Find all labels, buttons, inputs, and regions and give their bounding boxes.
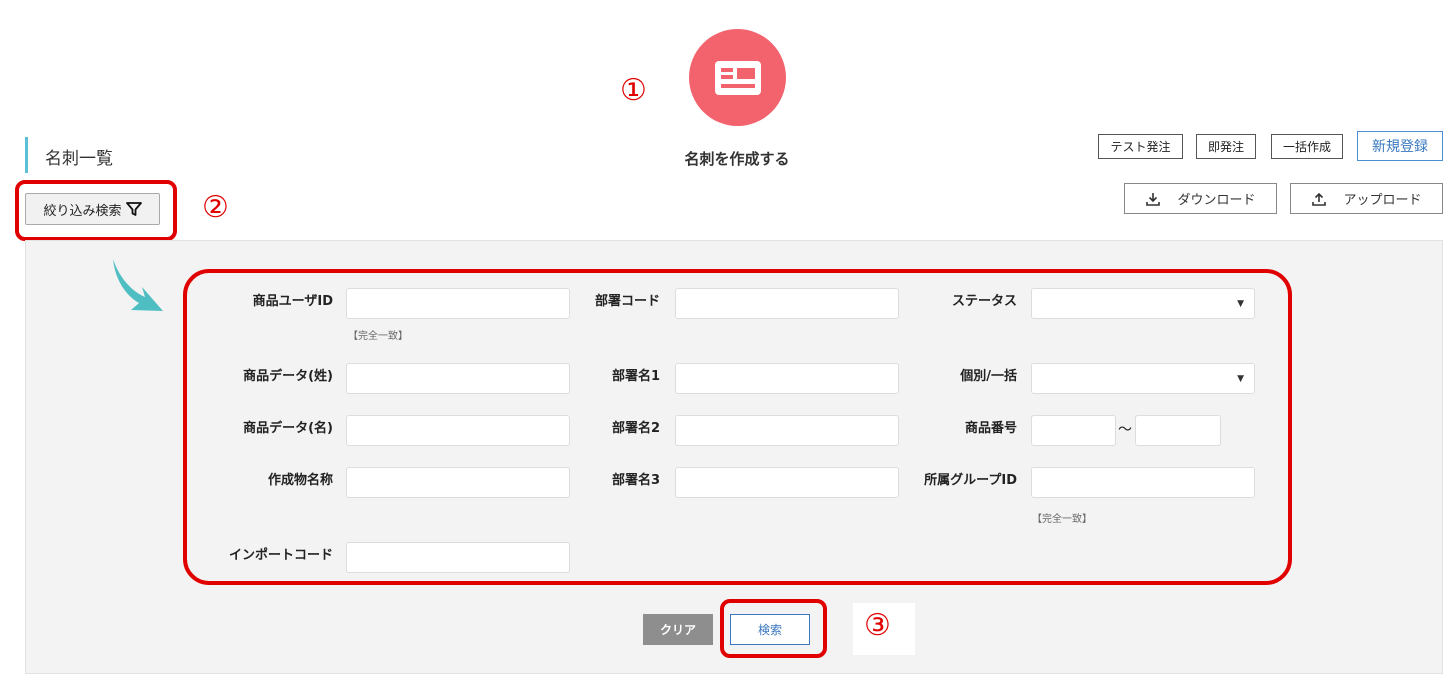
download-label: ダウンロード — [1177, 193, 1256, 208]
product-user-id-label: 商品ユーザID — [252, 294, 333, 309]
chevron-down-icon: ▼ — [1237, 298, 1244, 309]
product-data-last-input[interactable] — [346, 363, 570, 394]
dept-name1-input[interactable] — [675, 363, 899, 394]
upload-icon — [1312, 192, 1327, 206]
individual-bulk-label: 個別/一括 — [960, 369, 1017, 384]
dept-name3-label: 部署名3 — [611, 473, 660, 488]
dept-name2-input[interactable] — [675, 415, 899, 446]
arrow-icon — [113, 259, 163, 311]
annotation-2: ② — [202, 190, 229, 225]
instant-order-button[interactable]: 即発注 — [1196, 134, 1256, 159]
group-id-input[interactable] — [1031, 467, 1255, 498]
product-data-last-label: 商品データ(姓) — [243, 369, 333, 384]
group-id-label: 所属グループID — [924, 473, 1017, 488]
dept-name3-input[interactable] — [675, 467, 899, 498]
dept-code-label: 部署コード — [594, 294, 660, 309]
individual-bulk-select[interactable]: ▼ — [1031, 363, 1255, 394]
annotation-3: ③ — [864, 608, 891, 643]
creation-name-input[interactable] — [346, 467, 570, 498]
product-number-from-input[interactable] — [1031, 415, 1116, 446]
annotation-1: ① — [620, 73, 647, 108]
dept-name2-label: 部署名2 — [611, 421, 660, 436]
download-button[interactable]: ダウンロード — [1124, 183, 1277, 214]
annotation-box-filter — [15, 180, 177, 241]
import-code-label: インポートコード — [228, 548, 333, 563]
range-separator: ～ — [1118, 422, 1132, 438]
business-card-icon — [714, 60, 761, 95]
import-code-input[interactable] — [346, 542, 570, 573]
product-number-to-input[interactable] — [1135, 415, 1221, 446]
product-number-label: 商品番号 — [964, 421, 1017, 436]
product-data-first-label: 商品データ(名) — [243, 421, 333, 436]
create-business-card-button[interactable] — [689, 29, 786, 126]
dept-code-input[interactable] — [675, 288, 899, 319]
group-id-note: 【完全一致】 — [1032, 514, 1092, 525]
product-data-first-input[interactable] — [346, 415, 570, 446]
new-register-button[interactable]: 新規登録 — [1357, 131, 1443, 161]
test-order-button[interactable]: テスト発注 — [1098, 134, 1183, 159]
page-title: 名刺一覧 — [45, 149, 113, 169]
annotation-box-search — [720, 599, 827, 658]
upload-button[interactable]: アップロード — [1290, 183, 1443, 214]
download-icon — [1146, 192, 1161, 206]
product-user-id-note: 【完全一致】 — [348, 331, 408, 342]
status-select[interactable]: ▼ — [1031, 288, 1255, 319]
bulk-create-button[interactable]: 一括作成 — [1271, 134, 1343, 159]
product-user-id-input[interactable] — [346, 288, 570, 319]
status-label: ステータス — [951, 294, 1017, 309]
upload-label: アップロード — [1343, 193, 1422, 208]
creation-name-label: 作成物名称 — [267, 473, 333, 488]
create-business-card-label[interactable]: 名刺を作成する — [600, 148, 874, 169]
page-title-bar — [25, 137, 28, 173]
dept-name1-label: 部署名1 — [611, 369, 660, 384]
chevron-down-icon: ▼ — [1237, 373, 1244, 384]
clear-button[interactable]: クリア — [643, 614, 713, 645]
